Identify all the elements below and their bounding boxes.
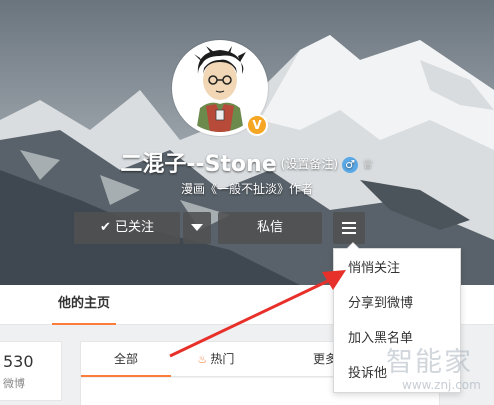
verified-badge: V: [246, 114, 268, 136]
weibo-count-label: 微博: [3, 377, 25, 390]
followed-button[interactable]: ✔ 已关注: [74, 212, 180, 244]
menu-item-report[interactable]: 投诉他: [348, 364, 387, 384]
check-icon: ✔: [99, 220, 111, 235]
tab-hot-label: 热门: [210, 352, 235, 366]
followed-label: 已关注: [115, 220, 155, 235]
profile-description: 漫画《一般不扯淡》作者: [180, 182, 313, 196]
username: 二混子--Stone: [120, 152, 277, 177]
tab-all[interactable]: 全部: [81, 342, 171, 377]
male-icon: ♂: [342, 157, 359, 173]
set-remark-link[interactable]: (设置备注): [281, 157, 338, 171]
dropdown-pointer: [346, 242, 360, 249]
menu-item-share[interactable]: 分享到微博: [348, 294, 413, 314]
menu-item-secret-follow[interactable]: 悄悄关注: [348, 259, 400, 279]
more-menu-button[interactable]: [333, 212, 365, 244]
tab-home[interactable]: 他的主页: [52, 285, 117, 325]
more-menu-dropdown: 悄悄关注 分享到微博 加入黑名单 投诉他: [333, 242, 461, 393]
weibo-count: 530: [3, 352, 34, 371]
tab-hot[interactable]: ♨ 热门: [186, 342, 246, 377]
follow-dropdown-button[interactable]: [183, 212, 211, 244]
hamburger-icon: [342, 219, 356, 237]
crown-icon[interactable]: ♕: [362, 157, 374, 172]
fire-icon: ♨: [197, 353, 208, 366]
caret-down-icon: [191, 224, 203, 231]
profile-name-row: 二混子--Stone (设置备注) ♂ ♕: [0, 146, 494, 178]
menu-item-blacklist[interactable]: 加入黑名单: [348, 329, 413, 349]
stats-card[interactable]: 530 微博: [0, 341, 62, 401]
message-button[interactable]: 私信: [218, 212, 322, 244]
